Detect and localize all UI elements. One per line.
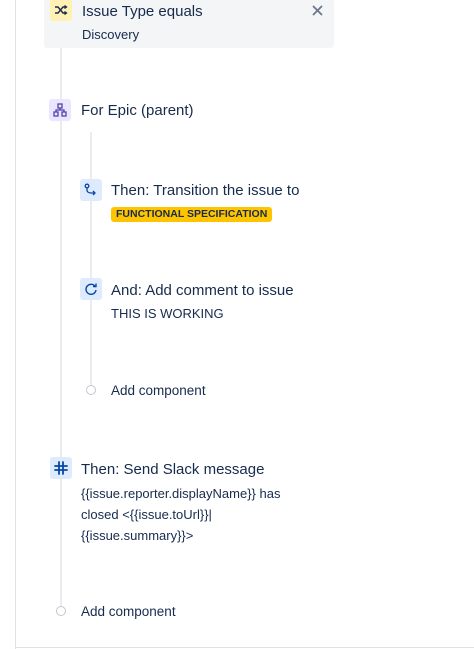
add-component-dot: [86, 385, 96, 395]
slack-message-line-1: {{issue.reporter.displayName}} has: [81, 486, 281, 501]
transition-icon: [80, 179, 102, 201]
add-component-button[interactable]: Add component: [81, 603, 176, 621]
branch-add-component-button[interactable]: Add component: [111, 382, 206, 400]
slack-message-line-3: {{issue.summary}}>: [81, 528, 194, 543]
close-icon[interactable]: [308, 1, 326, 19]
branch-icon: [49, 99, 71, 121]
main-flow-line: [60, 40, 62, 610]
slack-icon: [50, 457, 72, 479]
add-component-dot: [56, 606, 66, 616]
status-lozenge: FUNCTIONAL SPECIFICATION: [111, 207, 273, 222]
comment-action-title[interactable]: And: Add comment to issue: [111, 282, 294, 300]
condition-card[interactable]: Issue Type equals Discovery: [44, 0, 334, 48]
condition-title: Issue Type equals: [82, 3, 203, 20]
comment-refresh-icon: [80, 278, 102, 300]
panel-left-border: [15, 0, 16, 649]
slack-message-line-2: closed <{{issue.toUrl}}|: [81, 507, 212, 522]
condition-shuffle-icon: [50, 0, 72, 21]
condition-value: Discovery: [82, 27, 140, 42]
comment-action-detail: THIS IS WORKING: [111, 306, 224, 321]
transition-action-title[interactable]: Then: Transition the issue to: [111, 182, 299, 200]
branch-title[interactable]: For Epic (parent): [81, 102, 194, 120]
panel-bottom-border: [15, 647, 474, 648]
branch-flow-line: [90, 132, 92, 390]
slack-action-title[interactable]: Then: Send Slack message: [81, 461, 264, 479]
